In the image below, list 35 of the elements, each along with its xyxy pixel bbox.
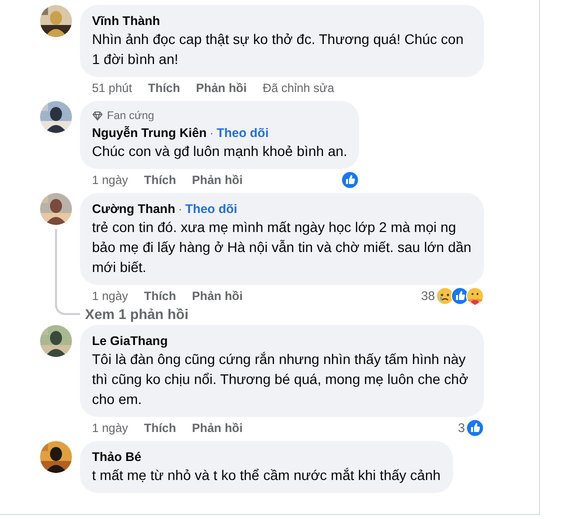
comment-text: trẻ con tin đó. xưa mẹ mình mất ngày học lớp 2 mà mọi ng bảo mẹ đi lấy hàng ở Hà nội vẫn tin và chờ miết. sau lớn dần mới biết. bbox=[92, 218, 472, 277]
author-name[interactable]: Nguyễn Trung Kiên bbox=[92, 125, 207, 141]
like-button[interactable]: Thích bbox=[144, 287, 176, 305]
comment-time[interactable]: 1 ngày bbox=[92, 419, 128, 437]
like-button[interactable]: Thích bbox=[144, 171, 176, 189]
diamond-icon bbox=[92, 111, 103, 121]
comment-text: Tôi là đàn ông cũng cứng rắn nhưng nhìn thấy tấm hình này thì cũng ko chịu nổi. Thương bé quá, mong mẹ luôn che chở cho em. bbox=[92, 350, 470, 409]
fan-label: Fan cứng bbox=[107, 109, 154, 123]
reply-button[interactable]: Phản hồi bbox=[192, 419, 243, 437]
author-name[interactable]: Thảo Bé bbox=[92, 449, 142, 465]
comment-time[interactable]: 1 ngày bbox=[92, 287, 128, 305]
comment-text: Chúc con và gđ luôn mạnh khoẻ bình an. bbox=[92, 142, 348, 161]
follow-link[interactable]: Theo dõi bbox=[216, 125, 269, 141]
reply-button[interactable]: Phản hồi bbox=[192, 171, 243, 189]
like-icon bbox=[341, 171, 360, 189]
reply-button[interactable]: Phản hồi bbox=[192, 287, 243, 305]
like-button[interactable]: Thích bbox=[148, 79, 180, 97]
reply-button[interactable]: Phản hồi bbox=[196, 79, 247, 97]
care-emoji-icon bbox=[466, 287, 484, 305]
comment-time[interactable]: 1 ngày bbox=[92, 171, 128, 189]
follow-link[interactable]: Theo dõi bbox=[185, 201, 238, 217]
like-icon bbox=[466, 419, 484, 437]
comment-text: Nhìn ảnh đọc cap thật sự ko thở đc. Thương quá! Chúc con 1 đời bình an! bbox=[92, 30, 465, 69]
edited-label: Đã chỉnh sửa bbox=[262, 80, 334, 97]
author-name[interactable]: Vĩnh Thành bbox=[92, 13, 160, 29]
like-button[interactable]: Thích bbox=[144, 419, 176, 437]
comment-time[interactable]: 51 phút bbox=[92, 79, 132, 97]
separator-dot: · bbox=[178, 201, 182, 217]
author-name[interactable]: Le GiaThang bbox=[92, 333, 168, 349]
author-name[interactable]: Cường Thanh bbox=[92, 201, 176, 217]
view-replies-link[interactable]: Xem 1 phản hồi bbox=[80, 305, 539, 323]
reaction-count[interactable]: 3 bbox=[458, 419, 465, 437]
reaction-count[interactable]: 38 bbox=[421, 287, 435, 305]
separator-dot: · bbox=[210, 125, 214, 141]
comment-text: t mất mẹ từ nhỏ và t ko thể cầm nước mắt khi thấy cảnh bbox=[92, 466, 441, 485]
